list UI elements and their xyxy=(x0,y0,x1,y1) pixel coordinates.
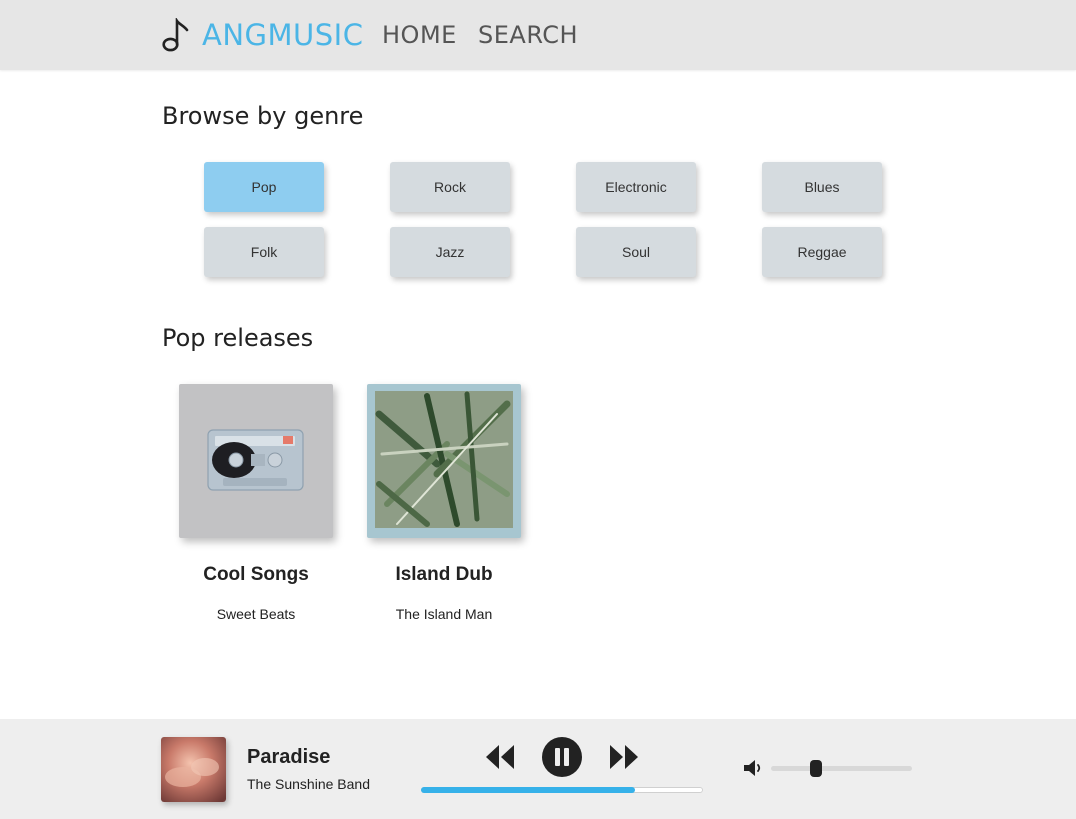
genre-button-blues[interactable]: Blues xyxy=(762,162,882,212)
album-artist: Sweet Beats xyxy=(216,606,296,622)
releases-section-title: Pop releases xyxy=(162,324,314,352)
music-note-icon xyxy=(162,18,189,52)
pink-clouds-image xyxy=(161,737,226,802)
genre-button-folk[interactable]: Folk xyxy=(204,227,324,277)
cassette-tape-image xyxy=(179,384,333,538)
album-card-island-dub[interactable]: Island Dub The Island Man xyxy=(367,384,521,622)
player-bar: Paradise The Sunshine Band xyxy=(0,719,1076,819)
genre-button-soul[interactable]: Soul xyxy=(576,227,696,277)
nav-home-link[interactable]: HOME xyxy=(382,20,457,50)
now-playing-title: Paradise xyxy=(247,746,331,768)
brand-name: ANGMUSIC xyxy=(202,18,364,52)
progress-bar[interactable] xyxy=(421,787,703,793)
album-title: Cool Songs xyxy=(203,564,309,585)
nav-search-link[interactable]: SEARCH xyxy=(478,20,578,50)
pause-icon[interactable] xyxy=(541,736,583,778)
brand-link[interactable]: ANGMUSIC xyxy=(162,18,363,52)
album-card-cool-songs[interactable]: Cool Songs Sweet Beats xyxy=(179,384,333,622)
progress-fill xyxy=(421,787,636,793)
now-playing-artist: The Sunshine Band xyxy=(247,776,370,792)
volume-slider-thumb[interactable] xyxy=(810,760,823,777)
genre-button-pop[interactable]: Pop xyxy=(204,162,324,212)
genre-button-reggae[interactable]: Reggae xyxy=(762,227,882,277)
genre-section-title: Browse by genre xyxy=(162,102,364,130)
volume-slider[interactable] xyxy=(771,760,912,777)
top-nav-bar: ANGMUSIC HOME SEARCH xyxy=(0,0,1076,70)
genre-button-electronic[interactable]: Electronic xyxy=(576,162,696,212)
genre-button-rock[interactable]: Rock xyxy=(390,162,510,212)
album-artist: The Island Man xyxy=(395,606,493,622)
album-title: Island Dub xyxy=(395,564,493,585)
rewind-icon[interactable] xyxy=(485,743,515,771)
volume-icon[interactable] xyxy=(742,758,764,778)
genre-button-jazz[interactable]: Jazz xyxy=(390,227,510,277)
fast-forward-icon[interactable] xyxy=(609,743,639,771)
palm-leaves-image xyxy=(367,384,521,538)
